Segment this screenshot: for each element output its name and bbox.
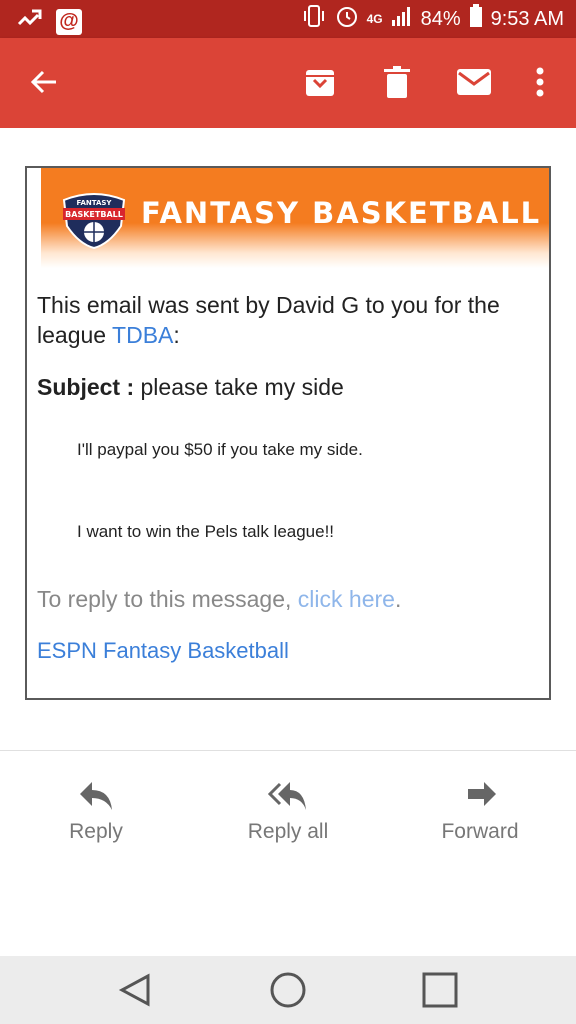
message-line-1: I'll paypal you $50 if you take my side. xyxy=(77,440,363,459)
league-link[interactable]: TDBA xyxy=(112,322,173,348)
reply-instructions: To reply to this message, click here. xyxy=(37,586,401,613)
reply-suffix: . xyxy=(394,586,402,612)
intro-text: This email was sent by David G to you fo… xyxy=(37,290,537,350)
battery-icon xyxy=(469,4,483,34)
subject-value: please take my side xyxy=(140,374,344,400)
message-line-2: I want to win the Pels talk league!! xyxy=(77,522,335,541)
back-arrow-icon xyxy=(30,70,56,94)
delete-button[interactable] xyxy=(373,58,421,106)
svg-text:FANTASY: FANTASY xyxy=(76,199,112,207)
clock: 9:53 AM xyxy=(490,7,564,30)
mark-unread-button[interactable] xyxy=(450,58,498,106)
banner-title: FANTASY BASKETBALL xyxy=(141,196,542,230)
app-bar xyxy=(0,38,576,128)
recents-nav-icon[interactable] xyxy=(420,970,460,1010)
forward-label: Forward xyxy=(441,820,519,843)
reply-button[interactable]: Reply xyxy=(16,778,176,844)
fantasy-basketball-logo: FANTASY BASKETBALL xyxy=(59,188,129,250)
alarm-icon xyxy=(335,4,359,34)
email-body: FANTASY BASKETBALL FANTASY BASKETBALL Th… xyxy=(25,166,551,700)
subject-line: Subject : please take my side xyxy=(37,374,344,401)
intro-sentence: This email was sent by David G to you fo… xyxy=(37,292,500,348)
status-bar: @ 4G 84% 9:53 AM xyxy=(0,0,576,38)
navigation-bar xyxy=(0,956,576,1024)
divider xyxy=(0,750,576,751)
delete-icon xyxy=(384,66,410,98)
more-vert-icon xyxy=(536,67,544,97)
email-notification-icon: @ xyxy=(56,8,82,35)
archive-icon xyxy=(306,70,334,96)
back-button[interactable] xyxy=(20,58,68,106)
intro-suffix: : xyxy=(173,322,180,348)
subject-label: Subject : xyxy=(37,374,135,400)
signal-icon xyxy=(391,5,413,33)
reply-all-button[interactable]: Reply all xyxy=(208,778,368,844)
reply-all-label: Reply all xyxy=(247,820,329,843)
fantasy-banner: FANTASY BASKETBALL FANTASY BASKETBALL xyxy=(41,168,549,268)
espn-fantasy-link[interactable]: ESPN Fantasy Basketball xyxy=(37,638,289,664)
home-nav-icon[interactable] xyxy=(268,970,308,1010)
reply-icon xyxy=(80,782,112,810)
missed-call-icon xyxy=(16,6,44,37)
mark-unread-icon xyxy=(457,69,491,95)
archive-button[interactable] xyxy=(296,58,344,106)
reply-label: Reply xyxy=(69,820,123,843)
more-options-button[interactable] xyxy=(516,58,564,106)
click-here-link[interactable]: click here xyxy=(298,586,395,612)
reply-all-icon xyxy=(268,782,306,810)
battery-percent: 84% xyxy=(420,7,461,30)
vibrate-icon xyxy=(301,4,327,34)
back-nav-icon[interactable] xyxy=(116,970,156,1010)
email-actions: Reply Reply all Forward xyxy=(0,768,576,868)
svg-text:BASKETBALL: BASKETBALL xyxy=(65,210,123,219)
network-type: 4G xyxy=(366,12,383,26)
email-content: FANTASY BASKETBALL FANTASY BASKETBALL Th… xyxy=(0,128,576,956)
reply-prefix: To reply to this message, xyxy=(37,586,298,612)
forward-button[interactable]: Forward xyxy=(400,778,560,844)
forward-icon xyxy=(468,782,496,806)
